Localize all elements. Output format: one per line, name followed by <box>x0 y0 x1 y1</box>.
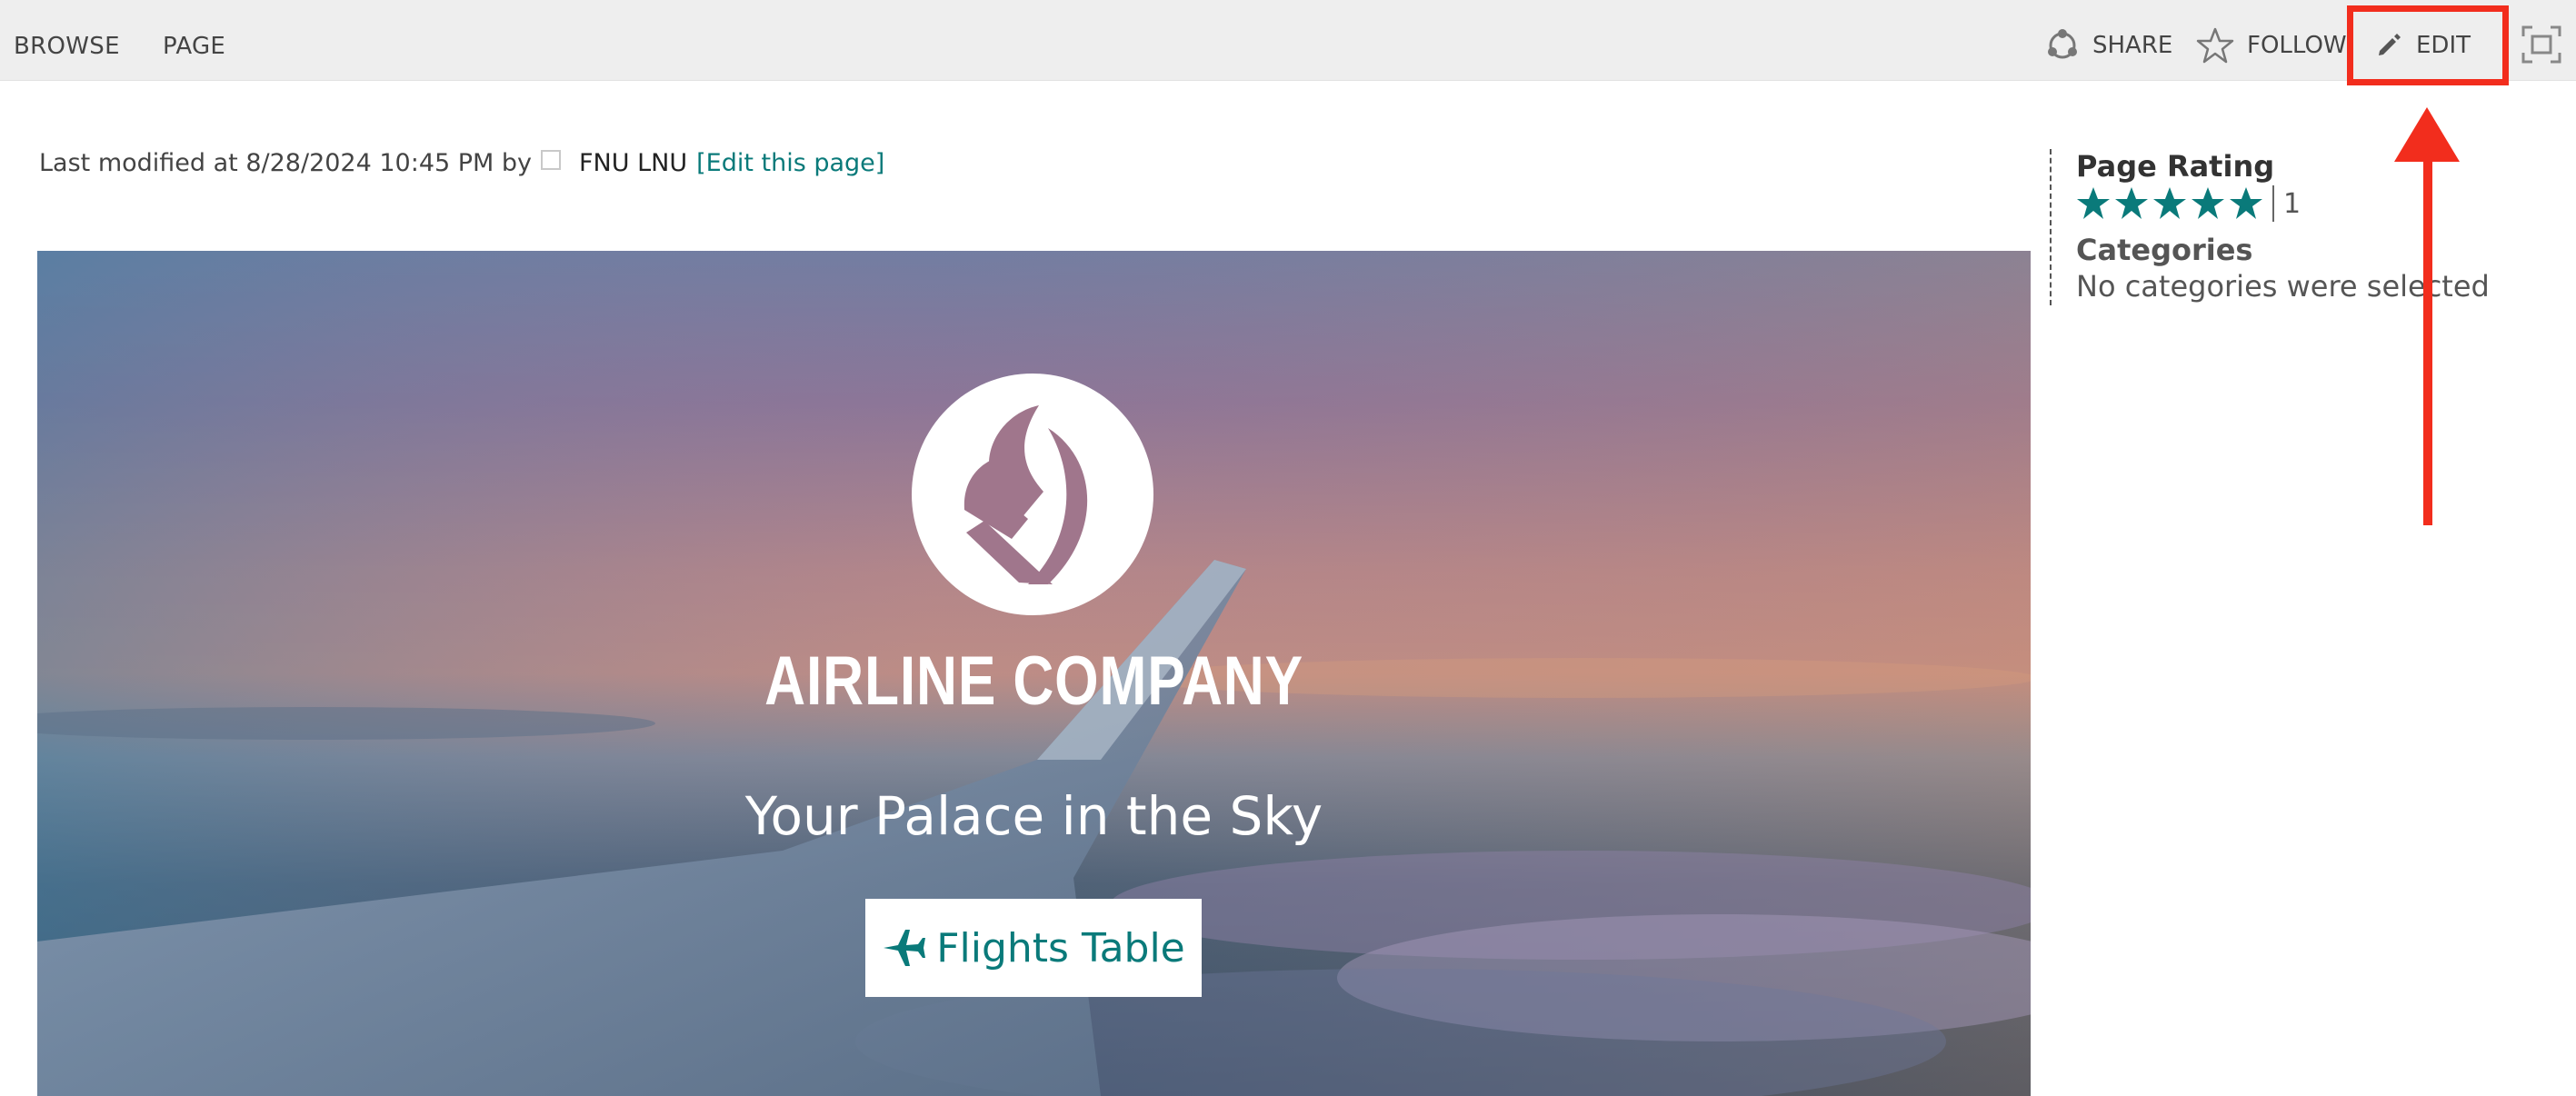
last-modified-text: Last modified at 8/28/2024 10:45 PM by <box>39 149 533 177</box>
last-modified-line: Last modified at 8/28/2024 10:45 PM by F… <box>39 149 884 177</box>
tab-page[interactable]: PAGE <box>163 33 225 60</box>
star-icon[interactable] <box>2114 186 2149 221</box>
focus-mode-icon <box>2521 25 2561 64</box>
airplane-icon <box>884 930 926 966</box>
modified-by-user[interactable]: FNU LNU <box>579 149 687 177</box>
follow-label: FOLLOW <box>2247 32 2347 59</box>
flights-table-label: Flights Table <box>936 924 1185 971</box>
flights-table-button[interactable]: Flights Table <box>865 899 1202 997</box>
rating-separator <box>2272 185 2274 222</box>
edit-this-page-link[interactable]: [Edit this page] <box>696 149 884 177</box>
annotation-highlight-box <box>2347 5 2509 85</box>
star-icon[interactable] <box>2152 186 2187 221</box>
ribbon: BROWSE PAGE SHARE FOLLOW EDIT <box>0 0 2576 81</box>
share-icon <box>2048 29 2077 59</box>
page-rating-title: Page Rating <box>2076 149 2275 184</box>
tab-browse[interactable]: BROWSE <box>14 33 120 60</box>
airline-logo <box>912 374 1153 615</box>
user-presence-icon <box>541 149 562 170</box>
rating-count: 1 <box>2283 187 2301 220</box>
company-name: AIRLINE COMPANY <box>764 643 1303 720</box>
page-rating-stars[interactable]: 1 <box>2076 185 2301 222</box>
hero-tagline: Your Palace in the Sky <box>744 785 1323 847</box>
categories-title: Categories <box>2076 233 2253 267</box>
share-label: SHARE <box>2092 32 2173 59</box>
annotation-arrow <box>2394 107 2460 525</box>
hero-banner: AIRLINE COMPANY Your Palace in the Sky F… <box>37 251 2031 1096</box>
follow-button[interactable]: FOLLOW <box>2196 24 2347 67</box>
star-icon[interactable] <box>2191 186 2225 221</box>
star-outline-icon <box>2196 27 2234 64</box>
share-button[interactable]: SHARE <box>2045 24 2172 67</box>
page-info-rail: Page Rating 1 Categories No categories w… <box>2050 149 2561 305</box>
star-icon[interactable] <box>2229 186 2263 221</box>
focus-mode-button[interactable] <box>2521 25 2561 67</box>
star-icon[interactable] <box>2076 186 2111 221</box>
